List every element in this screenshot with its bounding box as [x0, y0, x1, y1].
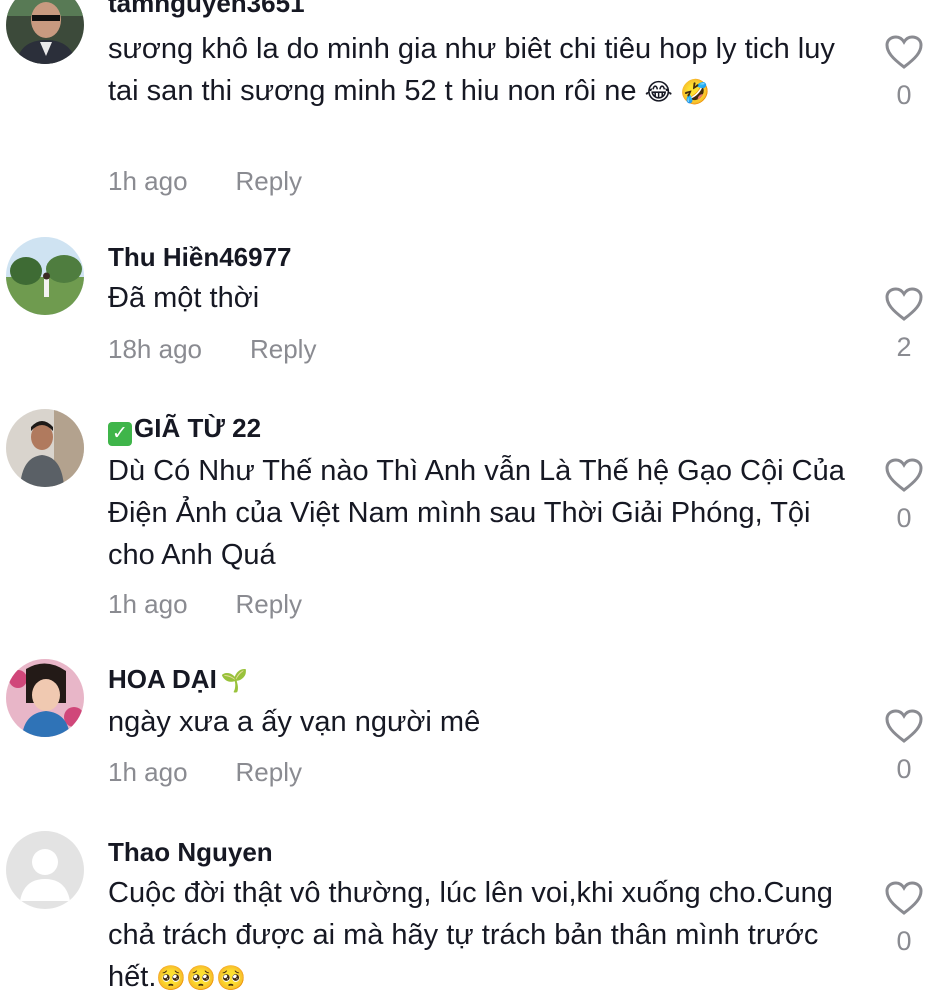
heart-icon: [885, 287, 923, 321]
like-count: 0: [896, 926, 912, 956]
like-count: 2: [896, 332, 912, 362]
avatar-photo: [6, 237, 84, 315]
checkmark-box-icon: ✓: [108, 422, 132, 446]
comment-time: 1h ago: [108, 757, 188, 787]
reply-button[interactable]: Reply: [250, 334, 316, 364]
comment-meta: 1h ago Reply: [108, 589, 302, 620]
comment-time: 1h ago: [108, 589, 188, 619]
comment-username[interactable]: HOA DẠI 🌱: [108, 664, 248, 695]
comment-text: sương khô la do minh gia như biêt chi ti…: [108, 33, 835, 107]
like-button[interactable]: 0: [884, 457, 924, 534]
comment-text: Cuộc đời thật vô thường, lúc lên voi,khi…: [108, 877, 833, 993]
comment-text: ngày xưa a ấy vạn người mê: [108, 706, 481, 738]
like-button[interactable]: 2: [884, 286, 924, 363]
comment-text: Đã một thời: [108, 282, 260, 314]
reply-button[interactable]: Reply: [236, 757, 302, 787]
comment-username[interactable]: tamnguyen3651: [108, 0, 305, 19]
like-button[interactable]: 0: [884, 34, 924, 111]
avatar[interactable]: [6, 831, 84, 909]
avatar[interactable]: [6, 659, 84, 737]
avatar[interactable]: [6, 409, 84, 487]
comment-meta: 1h ago Reply: [108, 166, 302, 197]
comment-time: 18h ago: [108, 334, 202, 364]
avatar-photo: [6, 659, 84, 737]
comment-text: Dù Có Như Thế nào Thì Anh vẫn Là Thế hệ …: [108, 455, 845, 571]
heart-icon: [885, 709, 923, 743]
comment-time: 1h ago: [108, 166, 188, 196]
like-count: 0: [896, 80, 912, 110]
sprout-icon: 🌱: [220, 669, 249, 694]
default-avatar-icon: [6, 831, 84, 909]
like-button[interactable]: 0: [884, 880, 924, 957]
heart-icon: [885, 458, 923, 492]
avatar[interactable]: [6, 237, 84, 315]
comment-username[interactable]: Thu Hiền46977: [108, 242, 292, 273]
reply-button[interactable]: Reply: [236, 166, 302, 196]
heart-icon: [885, 35, 923, 69]
avatar-photo: [6, 0, 84, 64]
like-count: 0: [896, 754, 912, 784]
like-count: 0: [896, 503, 912, 533]
comment-emoji: 😂 🤣: [644, 78, 711, 106]
comment-meta: 1h ago Reply: [108, 757, 302, 788]
heart-icon: [885, 881, 923, 915]
comment-emoji: 🥺🥺🥺: [156, 964, 247, 992]
comment-username[interactable]: Thao Nguyen: [108, 837, 273, 868]
like-button[interactable]: 0: [884, 708, 924, 785]
avatar-photo: [6, 409, 84, 487]
comment-meta: 18h ago Reply: [108, 334, 316, 365]
reply-button[interactable]: Reply: [236, 589, 302, 619]
avatar[interactable]: [6, 0, 84, 64]
comment-username[interactable]: ✓ GIÃ TỪ 22: [108, 413, 261, 446]
